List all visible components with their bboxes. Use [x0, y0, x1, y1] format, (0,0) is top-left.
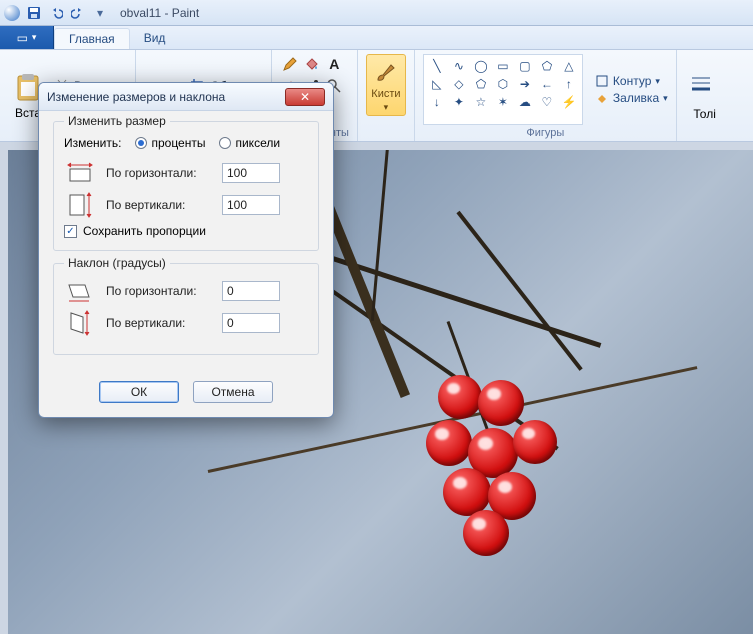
- shapes-gallery[interactable]: ╲ ∿ ◯ ▭ ▢ ⬠ △ ◺ ◇ ⬠ ⬡ ➔ ← ↑ ↓ ✦ ☆ ✶ ☁ ♡: [423, 54, 583, 125]
- outline-icon: [595, 74, 609, 88]
- tab-home[interactable]: Главная: [54, 28, 130, 49]
- chevron-down-icon: ▾: [663, 93, 668, 104]
- group-brushes: Кисти ▾: [358, 50, 415, 141]
- chevron-down-icon: ▾: [32, 32, 37, 43]
- brush-icon: [372, 58, 400, 86]
- resize-fieldset: Изменить размер Изменить: проценты пиксе…: [53, 121, 319, 251]
- shape-heart-icon[interactable]: ♡: [536, 93, 558, 111]
- shape-star4-icon[interactable]: ✦: [448, 93, 470, 111]
- title-bar: ▾ obval11 - Paint: [0, 0, 753, 26]
- close-button[interactable]: ✕: [285, 88, 325, 106]
- close-icon: ✕: [300, 90, 310, 104]
- shape-star5-icon[interactable]: ☆: [470, 93, 492, 111]
- chevron-down-icon: ▾: [384, 102, 389, 113]
- shape-star6-icon[interactable]: ✶: [492, 93, 514, 111]
- radio-percent[interactable]: проценты: [135, 136, 205, 150]
- cancel-button[interactable]: Отмена: [193, 381, 273, 403]
- fill-icon: [595, 91, 609, 105]
- shape-diamond-icon[interactable]: ◇: [448, 75, 470, 93]
- shape-polygon-icon[interactable]: ⬠: [536, 57, 558, 75]
- resize-h-label: По горизонтали:: [106, 166, 212, 180]
- keep-ratio-checkbox[interactable]: ✓: [64, 225, 77, 238]
- redo-icon[interactable]: [68, 3, 88, 23]
- change-by-label: Изменить:: [64, 136, 121, 150]
- size-label: Толі: [693, 107, 715, 121]
- shape-roundrect-icon[interactable]: ▢: [514, 57, 536, 75]
- undo-icon[interactable]: [46, 3, 66, 23]
- dialog-title: Изменение размеров и наклона: [47, 90, 285, 104]
- dialog-titlebar[interactable]: Изменение размеров и наклона ✕: [39, 83, 333, 111]
- group-shapes-label: Фигуры: [423, 125, 668, 139]
- shape-oval-icon[interactable]: ◯: [470, 57, 492, 75]
- shape-arrow-d-icon[interactable]: ↓: [426, 93, 448, 111]
- skew-v-label: По вертикали:: [106, 316, 212, 330]
- resize-legend: Изменить размер: [64, 114, 170, 128]
- cancel-label: Отмена: [211, 385, 254, 399]
- outline-button[interactable]: Контур ▾: [595, 74, 668, 88]
- shape-rect-icon[interactable]: ▭: [492, 57, 514, 75]
- window-title: obval11 - Paint: [120, 6, 199, 20]
- shape-rtriangle-icon[interactable]: ◺: [426, 75, 448, 93]
- brushes-label: Кисти: [371, 88, 400, 100]
- group-brushes-label: [366, 137, 406, 139]
- tab-view[interactable]: Вид: [130, 26, 181, 49]
- text-tool-icon[interactable]: A: [324, 54, 344, 74]
- qat-dropdown-icon[interactable]: ▾: [90, 3, 110, 23]
- fill-button[interactable]: Заливка ▾: [595, 91, 668, 105]
- outline-label: Контур: [613, 74, 651, 88]
- file-menu-button[interactable]: ▭▾: [0, 26, 54, 49]
- shape-triangle-icon[interactable]: △: [558, 57, 580, 75]
- skew-h-input[interactable]: [222, 281, 280, 301]
- fill-label: Заливка: [613, 91, 659, 105]
- radio-dot-icon: [219, 137, 231, 149]
- radio-pixels-label: пиксели: [235, 136, 280, 150]
- shape-arrow-u-icon[interactable]: ↑: [558, 75, 580, 93]
- skew-vertical-icon: [64, 310, 96, 336]
- ribbon-tabs: ▭▾ Главная Вид: [0, 26, 753, 50]
- skew-h-label: По горизонтали:: [106, 284, 212, 298]
- brushes-button[interactable]: Кисти ▾: [366, 54, 406, 116]
- resize-v-label: По вертикали:: [106, 198, 212, 212]
- quick-access-toolbar: ▾: [24, 3, 110, 23]
- radio-pixels[interactable]: пиксели: [219, 136, 280, 150]
- resize-skew-dialog: Изменение размеров и наклона ✕ Изменить …: [38, 82, 334, 418]
- skew-legend: Наклон (градусы): [64, 256, 170, 270]
- tab-view-label: Вид: [144, 31, 166, 45]
- skew-v-input[interactable]: [222, 313, 280, 333]
- shape-curve-icon[interactable]: ∿: [448, 57, 470, 75]
- ok-button[interactable]: ОК: [99, 381, 179, 403]
- tab-home-label: Главная: [69, 32, 115, 46]
- stroke-width-icon: [689, 73, 721, 105]
- skew-horizontal-icon: [64, 278, 96, 304]
- file-menu-icon: ▭: [17, 31, 28, 45]
- resize-vertical-icon: [64, 192, 96, 218]
- radio-dot-icon: [135, 137, 147, 149]
- radio-percent-label: проценты: [151, 136, 205, 150]
- skew-fieldset: Наклон (градусы) По горизонтали: По верт…: [53, 263, 319, 355]
- shape-lightning-icon[interactable]: ⚡: [558, 93, 580, 111]
- pencil-tool-icon[interactable]: [280, 54, 300, 74]
- size-button[interactable]: Толі: [685, 54, 725, 139]
- resize-v-input[interactable]: [222, 195, 280, 215]
- shape-hexagon-icon[interactable]: ⬡: [492, 75, 514, 93]
- shape-arrow-r-icon[interactable]: ➔: [514, 75, 536, 93]
- resize-horizontal-icon: [64, 160, 96, 186]
- ok-label: ОК: [131, 385, 147, 399]
- group-size: Толі: [677, 50, 733, 141]
- chevron-down-icon: ▾: [655, 76, 660, 87]
- fill-tool-icon[interactable]: [302, 54, 322, 74]
- group-shapes: ╲ ∿ ◯ ▭ ▢ ⬠ △ ◺ ◇ ⬠ ⬡ ➔ ← ↑ ↓ ✦ ☆ ✶ ☁ ♡: [415, 50, 677, 141]
- shape-callout-icon[interactable]: ☁: [514, 93, 536, 111]
- shape-pentagon-icon[interactable]: ⬠: [470, 75, 492, 93]
- shape-line-icon[interactable]: ╲: [426, 57, 448, 75]
- save-icon[interactable]: [24, 3, 44, 23]
- resize-h-input[interactable]: [222, 163, 280, 183]
- keep-ratio-label: Сохранить пропорции: [83, 224, 206, 238]
- paint-orb-icon[interactable]: [4, 5, 20, 21]
- shape-arrow-l-icon[interactable]: ←: [536, 75, 558, 93]
